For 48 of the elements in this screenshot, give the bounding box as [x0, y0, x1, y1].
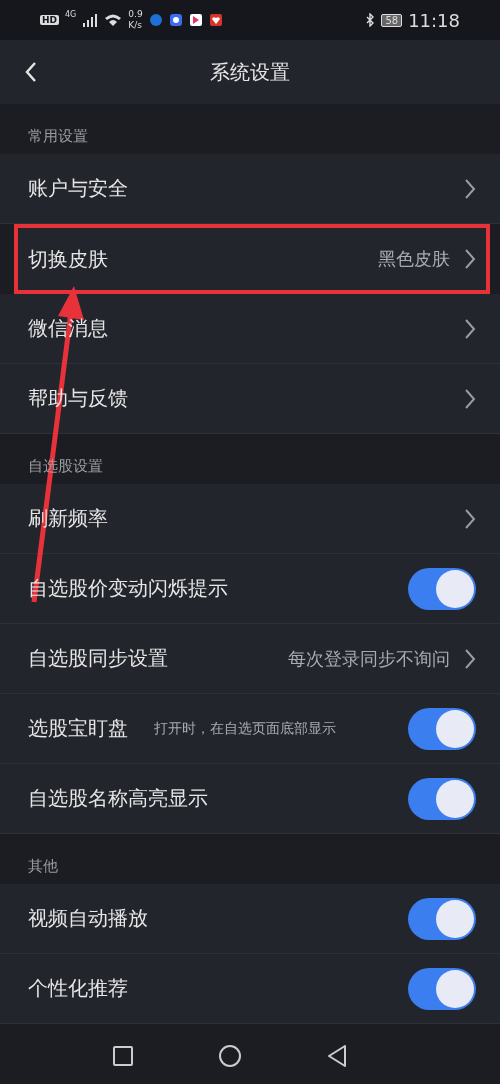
back-icon[interactable] — [24, 60, 38, 84]
settings-row[interactable]: 个性化推荐 — [0, 954, 500, 1024]
setting-value: 黑色皮肤 — [378, 247, 450, 271]
chevron-icon — [464, 248, 476, 270]
setting-label: 切换皮肤 — [28, 245, 108, 273]
toggle-switch[interactable] — [408, 707, 476, 750]
hd-indicator: HD — [40, 15, 59, 25]
setting-value: 每次登录同步不询问 — [288, 646, 450, 671]
network-type: 4G — [65, 10, 77, 19]
speed-value: 0.9 — [128, 9, 143, 20]
chevron-icon — [464, 647, 476, 670]
settings-row[interactable]: 选股宝盯盘 打开时，在自选页面底部显示 — [0, 694, 500, 764]
app-icon — [188, 13, 203, 27]
back-icon[interactable] — [326, 1044, 348, 1068]
recents-icon[interactable] — [112, 1045, 134, 1067]
music-app-icon — [168, 13, 183, 27]
settings-row[interactable]: 账户与安全 — [0, 154, 500, 224]
chevron-icon — [464, 177, 476, 200]
section-title: 其他 — [28, 857, 58, 876]
settings-row[interactable]: 视频自动播放 — [0, 884, 500, 954]
setting-label: 选股宝盯盘 — [28, 715, 128, 742]
bluetooth-icon — [365, 13, 376, 27]
setting-label: 个性化推荐 — [28, 975, 128, 1002]
chevron-icon — [464, 317, 476, 340]
app-icon — [148, 13, 163, 27]
app-icon — [208, 13, 223, 27]
home-icon[interactable] — [218, 1044, 242, 1068]
chevron-icon — [464, 507, 476, 530]
toggle-switch[interactable] — [408, 967, 476, 1010]
chevron-icon — [464, 387, 476, 410]
clock: 11:18 — [408, 9, 460, 31]
page-title: 系统设置 — [210, 58, 290, 86]
toggle-switch[interactable] — [408, 777, 476, 820]
setting-label: 账户与安全 — [28, 175, 128, 202]
speed-unit: K/s — [128, 20, 143, 31]
wifi-icon — [104, 13, 123, 27]
battery-indicator: 58 — [381, 13, 403, 27]
toggle-switch[interactable] — [408, 567, 476, 610]
setting-note: 打开时，在自选页面底部显示 — [154, 719, 336, 738]
settings-row[interactable]: 自选股同步设置 每次登录同步不询问 — [0, 624, 500, 694]
section-title: 常用设置 — [28, 127, 88, 146]
settings-row[interactable]: 自选股名称高亮显示 — [0, 764, 500, 834]
signal-icon — [82, 13, 99, 27]
setting-label: 自选股同步设置 — [28, 645, 168, 672]
highlight-frame[interactable]: 切换皮肤 黑色皮肤 — [14, 224, 490, 294]
setting-label: 视频自动播放 — [28, 905, 148, 932]
setting-label: 自选股名称高亮显示 — [28, 785, 208, 812]
toggle-switch[interactable] — [408, 897, 476, 940]
